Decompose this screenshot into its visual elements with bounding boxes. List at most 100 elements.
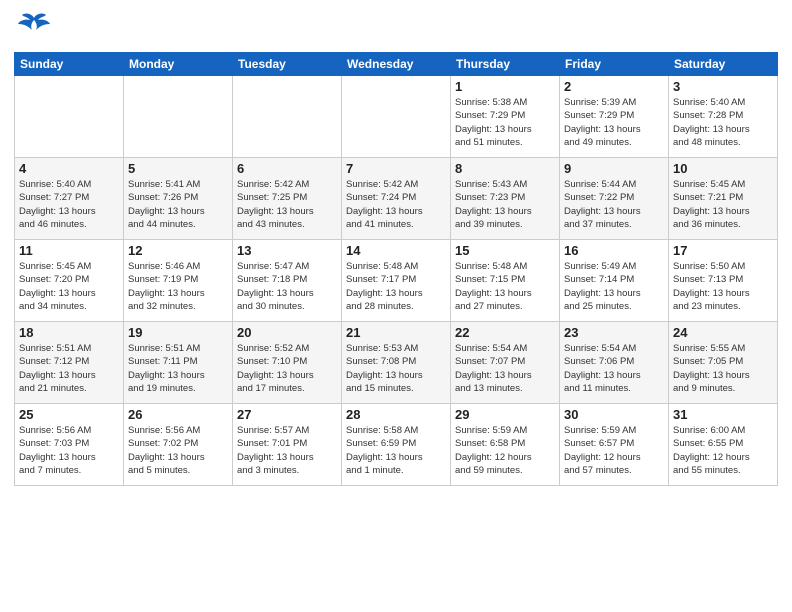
calendar-cell: 5 Sunrise: 5:41 AM Sunset: 7:26 PM Daylig… <box>124 158 233 240</box>
day-number: 14 <box>346 243 446 258</box>
calendar-cell: 9 Sunrise: 5:44 AM Sunset: 7:22 PM Daylig… <box>560 158 669 240</box>
calendar-week-5: 25 Sunrise: 5:56 AM Sunset: 7:03 PM Dayli… <box>15 404 778 486</box>
calendar-cell: 8 Sunrise: 5:43 AM Sunset: 7:23 PM Daylig… <box>451 158 560 240</box>
calendar-cell: 19 Sunrise: 5:51 AM Sunset: 7:11 PM Dayli… <box>124 322 233 404</box>
day-info: Sunrise: 5:51 AM Sunset: 7:11 PM Dayligh… <box>128 342 228 395</box>
day-number: 8 <box>455 161 555 176</box>
header <box>14 10 778 46</box>
day-info: Sunrise: 5:55 AM Sunset: 7:05 PM Dayligh… <box>673 342 773 395</box>
day-number: 9 <box>564 161 664 176</box>
header-monday: Monday <box>124 53 233 76</box>
day-number: 11 <box>19 243 119 258</box>
calendar-cell: 13 Sunrise: 5:47 AM Sunset: 7:18 PM Dayli… <box>233 240 342 322</box>
day-number: 22 <box>455 325 555 340</box>
header-thursday: Thursday <box>451 53 560 76</box>
day-number: 31 <box>673 407 773 422</box>
day-number: 29 <box>455 407 555 422</box>
calendar-cell: 2 Sunrise: 5:39 AM Sunset: 7:29 PM Daylig… <box>560 76 669 158</box>
day-info: Sunrise: 5:47 AM Sunset: 7:18 PM Dayligh… <box>237 260 337 313</box>
day-info: Sunrise: 5:56 AM Sunset: 7:02 PM Dayligh… <box>128 424 228 477</box>
day-info: Sunrise: 5:52 AM Sunset: 7:10 PM Dayligh… <box>237 342 337 395</box>
day-info: Sunrise: 6:00 AM Sunset: 6:55 PM Dayligh… <box>673 424 773 477</box>
day-info: Sunrise: 5:42 AM Sunset: 7:25 PM Dayligh… <box>237 178 337 231</box>
day-number: 3 <box>673 79 773 94</box>
day-info: Sunrise: 5:49 AM Sunset: 7:14 PM Dayligh… <box>564 260 664 313</box>
day-info: Sunrise: 5:45 AM Sunset: 7:21 PM Dayligh… <box>673 178 773 231</box>
day-info: Sunrise: 5:53 AM Sunset: 7:08 PM Dayligh… <box>346 342 446 395</box>
calendar-week-1: 1Sunrise: 5:38 AM Sunset: 7:29 PM Daylig… <box>15 76 778 158</box>
day-number: 13 <box>237 243 337 258</box>
day-number: 25 <box>19 407 119 422</box>
day-number: 19 <box>128 325 228 340</box>
logo <box>14 10 58 46</box>
calendar-cell: 6 Sunrise: 5:42 AM Sunset: 7:25 PM Daylig… <box>233 158 342 240</box>
calendar-cell: 18 Sunrise: 5:51 AM Sunset: 7:12 PM Dayli… <box>15 322 124 404</box>
day-number: 27 <box>237 407 337 422</box>
calendar-cell: 29 Sunrise: 5:59 AM Sunset: 6:58 PM Dayli… <box>451 404 560 486</box>
calendar-week-3: 11Sunrise: 5:45 AM Sunset: 7:20 PM Dayli… <box>15 240 778 322</box>
day-number: 12 <box>128 243 228 258</box>
day-info: Sunrise: 5:59 AM Sunset: 6:58 PM Dayligh… <box>455 424 555 477</box>
calendar-cell: 11Sunrise: 5:45 AM Sunset: 7:20 PM Dayli… <box>15 240 124 322</box>
header-sunday: Sunday <box>15 53 124 76</box>
day-number: 10 <box>673 161 773 176</box>
day-info: Sunrise: 5:57 AM Sunset: 7:01 PM Dayligh… <box>237 424 337 477</box>
calendar-cell <box>342 76 451 158</box>
calendar-cell: 4 Sunrise: 5:40 AM Sunset: 7:27 PM Daylig… <box>15 158 124 240</box>
calendar-cell: 12 Sunrise: 5:46 AM Sunset: 7:19 PM Dayli… <box>124 240 233 322</box>
day-info: Sunrise: 5:50 AM Sunset: 7:13 PM Dayligh… <box>673 260 773 313</box>
day-info: Sunrise: 5:56 AM Sunset: 7:03 PM Dayligh… <box>19 424 119 477</box>
calendar-cell: 23Sunrise: 5:54 AM Sunset: 7:06 PM Dayli… <box>560 322 669 404</box>
day-info: Sunrise: 5:54 AM Sunset: 7:06 PM Dayligh… <box>564 342 664 395</box>
day-info: Sunrise: 5:51 AM Sunset: 7:12 PM Dayligh… <box>19 342 119 395</box>
day-info: Sunrise: 5:59 AM Sunset: 6:57 PM Dayligh… <box>564 424 664 477</box>
day-number: 16 <box>564 243 664 258</box>
day-number: 4 <box>19 161 119 176</box>
calendar-cell: 31 Sunrise: 6:00 AM Sunset: 6:55 PM Dayli… <box>669 404 778 486</box>
day-info: Sunrise: 5:46 AM Sunset: 7:19 PM Dayligh… <box>128 260 228 313</box>
day-number: 6 <box>237 161 337 176</box>
calendar-cell: 26 Sunrise: 5:56 AM Sunset: 7:02 PM Dayli… <box>124 404 233 486</box>
calendar-cell: 22 Sunrise: 5:54 AM Sunset: 7:07 PM Dayli… <box>451 322 560 404</box>
calendar-cell: 14 Sunrise: 5:48 AM Sunset: 7:17 PM Dayli… <box>342 240 451 322</box>
header-tuesday: Tuesday <box>233 53 342 76</box>
day-info: Sunrise: 5:38 AM Sunset: 7:29 PM Dayligh… <box>455 96 555 149</box>
calendar-cell: 17 Sunrise: 5:50 AM Sunset: 7:13 PM Dayli… <box>669 240 778 322</box>
page: Sunday Monday Tuesday Wednesday Thursday… <box>0 0 792 612</box>
calendar-cell: 24 Sunrise: 5:55 AM Sunset: 7:05 PM Dayli… <box>669 322 778 404</box>
day-number: 15 <box>455 243 555 258</box>
day-info: Sunrise: 5:41 AM Sunset: 7:26 PM Dayligh… <box>128 178 228 231</box>
calendar-week-4: 18 Sunrise: 5:51 AM Sunset: 7:12 PM Dayli… <box>15 322 778 404</box>
calendar-cell <box>124 76 233 158</box>
calendar-cell: 3 Sunrise: 5:40 AM Sunset: 7:28 PM Daylig… <box>669 76 778 158</box>
day-number: 17 <box>673 243 773 258</box>
header-saturday: Saturday <box>669 53 778 76</box>
day-number: 28 <box>346 407 446 422</box>
calendar-cell: 20 Sunrise: 5:52 AM Sunset: 7:10 PM Dayli… <box>233 322 342 404</box>
day-info: Sunrise: 5:42 AM Sunset: 7:24 PM Dayligh… <box>346 178 446 231</box>
day-number: 5 <box>128 161 228 176</box>
day-number: 30 <box>564 407 664 422</box>
day-number: 20 <box>237 325 337 340</box>
day-number: 2 <box>564 79 664 94</box>
day-info: Sunrise: 5:43 AM Sunset: 7:23 PM Dayligh… <box>455 178 555 231</box>
calendar-cell: 28 Sunrise: 5:58 AM Sunset: 6:59 PM Dayli… <box>342 404 451 486</box>
day-number: 18 <box>19 325 119 340</box>
day-info: Sunrise: 5:54 AM Sunset: 7:07 PM Dayligh… <box>455 342 555 395</box>
calendar-cell: 7 Sunrise: 5:42 AM Sunset: 7:24 PM Daylig… <box>342 158 451 240</box>
day-number: 26 <box>128 407 228 422</box>
day-number: 7 <box>346 161 446 176</box>
calendar-cell: 16 Sunrise: 5:49 AM Sunset: 7:14 PM Dayli… <box>560 240 669 322</box>
day-info: Sunrise: 5:44 AM Sunset: 7:22 PM Dayligh… <box>564 178 664 231</box>
header-friday: Friday <box>560 53 669 76</box>
day-info: Sunrise: 5:39 AM Sunset: 7:29 PM Dayligh… <box>564 96 664 149</box>
calendar-cell <box>233 76 342 158</box>
calendar-cell: 27 Sunrise: 5:57 AM Sunset: 7:01 PM Dayli… <box>233 404 342 486</box>
day-info: Sunrise: 5:58 AM Sunset: 6:59 PM Dayligh… <box>346 424 446 477</box>
logo-icon <box>14 10 54 46</box>
calendar-cell: 10 Sunrise: 5:45 AM Sunset: 7:21 PM Dayli… <box>669 158 778 240</box>
day-info: Sunrise: 5:48 AM Sunset: 7:17 PM Dayligh… <box>346 260 446 313</box>
day-number: 24 <box>673 325 773 340</box>
day-info: Sunrise: 5:40 AM Sunset: 7:28 PM Dayligh… <box>673 96 773 149</box>
day-info: Sunrise: 5:40 AM Sunset: 7:27 PM Dayligh… <box>19 178 119 231</box>
